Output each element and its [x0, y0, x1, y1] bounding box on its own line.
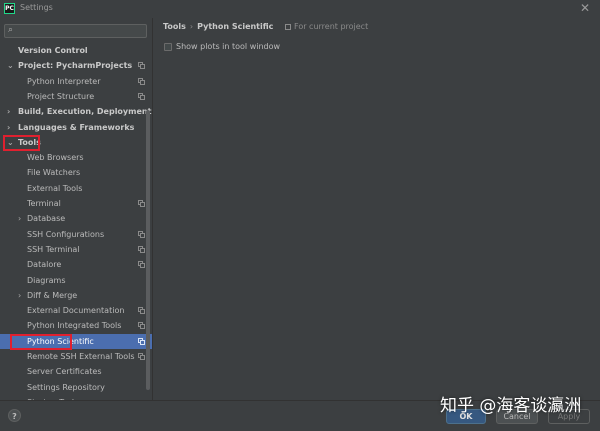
- breadcrumb-separator-icon: ›: [189, 22, 194, 31]
- sidebar-item-label: File Watchers: [27, 168, 81, 178]
- project-level-icon: [138, 230, 145, 238]
- show-plots-label[interactable]: Show plots in tool window: [176, 42, 280, 51]
- sidebar-item-languages-frameworks[interactable]: › Languages & Frameworks: [0, 120, 152, 135]
- search-icon: ⌕: [8, 25, 14, 35]
- project-level-icon: [138, 337, 145, 345]
- close-icon[interactable]: ✕: [580, 1, 590, 15]
- sidebar-item-python-interpreter[interactable]: Python Interpreter: [0, 74, 152, 89]
- sidebar-item-label: Diff & Merge: [27, 290, 78, 300]
- sidebar-item-label: Python Interpreter: [27, 76, 101, 86]
- project-level-icon: [138, 92, 145, 100]
- search-box[interactable]: ⌕: [4, 24, 147, 38]
- help-button[interactable]: ?: [8, 409, 21, 422]
- sidebar-item-server-certificates[interactable]: Server Certificates: [0, 364, 152, 379]
- sidebar-item-terminal[interactable]: Terminal: [0, 196, 152, 211]
- show-plots-option[interactable]: Show plots in tool window: [164, 42, 280, 51]
- project-level-icon: [138, 322, 145, 330]
- sidebar-item-label: Version Control: [18, 46, 88, 55]
- sidebar-item-label: Remote SSH External Tools: [27, 352, 135, 361]
- sidebar-item-python-integrated-tools[interactable]: Python Integrated Tools: [0, 318, 152, 333]
- chevron-right-icon[interactable]: ›: [18, 211, 21, 226]
- project-level-icon: [138, 77, 145, 85]
- sidebar-item-file-watchers[interactable]: File Watchers: [0, 165, 152, 180]
- window-title: Settings: [20, 3, 53, 12]
- project-level-icon: [138, 261, 145, 269]
- project-level-icon: [138, 62, 145, 70]
- sidebar-item-external-tools[interactable]: External Tools: [0, 181, 152, 196]
- project-level-icon: [138, 307, 145, 315]
- project-scope-icon: [285, 24, 291, 30]
- sidebar-item-diff-merge[interactable]: › Diff & Merge: [0, 288, 152, 303]
- sidebar-item-label: Database: [27, 214, 66, 224]
- show-plots-checkbox[interactable]: [164, 42, 172, 51]
- project-scope-note: For current project: [285, 22, 368, 31]
- sidebar-item-ssh-terminal[interactable]: SSH Terminal: [0, 242, 152, 257]
- sidebar-item-project-pycharmprojects[interactable]: ⌄ Project: PycharmProjects: [0, 58, 152, 73]
- sidebar-item-remote-ssh-external-tools[interactable]: Remote SSH External Tools: [0, 349, 152, 364]
- chevron-right-icon[interactable]: ›: [7, 104, 10, 119]
- chevron-down-icon[interactable]: ⌄: [7, 58, 14, 73]
- sidebar-item-diagrams[interactable]: Diagrams: [0, 273, 152, 288]
- sidebar-item-external-documentation[interactable]: External Documentation: [0, 303, 152, 318]
- sidebar-item-label: Project: PycharmProjects: [18, 61, 133, 71]
- sidebar-item-ssh-configurations[interactable]: SSH Configurations: [0, 227, 152, 242]
- zhihu-watermark: 知乎 @海客谈瀛洲: [440, 396, 582, 416]
- sidebar-item-datalore[interactable]: Datalore: [0, 257, 152, 272]
- project-level-icon: [138, 353, 145, 360]
- search-input[interactable]: [19, 26, 139, 36]
- sidebar-item-version-control[interactable]: Version Control: [0, 43, 152, 58]
- chevron-right-icon[interactable]: ›: [7, 120, 10, 135]
- project-level-icon: [138, 245, 145, 253]
- chevron-right-icon[interactable]: ›: [18, 288, 21, 303]
- sidebar-item-label: Build, Execution, Deployment: [18, 107, 152, 117]
- project-scope-label: For current project: [294, 22, 369, 31]
- sidebar-item-label: Diagrams: [27, 275, 66, 285]
- python-scientific-highlight-box: [10, 334, 72, 350]
- breadcrumb: Tools › Python Scientific: [163, 22, 273, 31]
- tools-highlight-box: [3, 135, 40, 151]
- sidebar-item-settings-repository[interactable]: Settings Repository: [0, 380, 152, 395]
- sidebar-item-label: Python Integrated Tools: [27, 321, 122, 331]
- sidebar-item-project-structure[interactable]: Project Structure: [0, 89, 152, 104]
- sidebar-item-label: SSH Terminal: [27, 244, 80, 254]
- sidebar-item-label: Languages & Frameworks: [18, 122, 135, 132]
- settings-content: Tools › Python Scientific For current proj…: [153, 18, 600, 400]
- pycharm-logo-icon: PC: [4, 3, 15, 14]
- project-level-icon: [138, 200, 145, 207]
- sidebar-item-label: Terminal: [27, 199, 61, 208]
- sidebar-item-label: SSH Configurations: [27, 229, 105, 239]
- sidebar-item-label: External Tools: [27, 183, 83, 193]
- sidebar-scrollbar[interactable]: [146, 110, 150, 390]
- sidebar-item-label: External Documentation: [27, 306, 125, 316]
- sidebar-item-web-browsers[interactable]: Web Browsers: [0, 150, 152, 165]
- sidebar-item-label: Datalore: [27, 260, 62, 270]
- sidebar-item-database[interactable]: › Database: [0, 211, 152, 226]
- sidebar-item-label: Settings Repository: [27, 382, 105, 392]
- sidebar-item-label: Server Certificates: [27, 367, 102, 377]
- sidebar-item-label: Project Structure: [27, 91, 95, 101]
- title-bar: PC Settings ✕: [0, 0, 600, 18]
- breadcrumb-current: Python Scientific: [197, 22, 274, 31]
- breadcrumb-parent[interactable]: Tools: [163, 22, 186, 31]
- sidebar-item-label: Web Browsers: [27, 153, 84, 163]
- sidebar-item-build-execution-deployment[interactable]: › Build, Execution, Deployment: [0, 104, 152, 119]
